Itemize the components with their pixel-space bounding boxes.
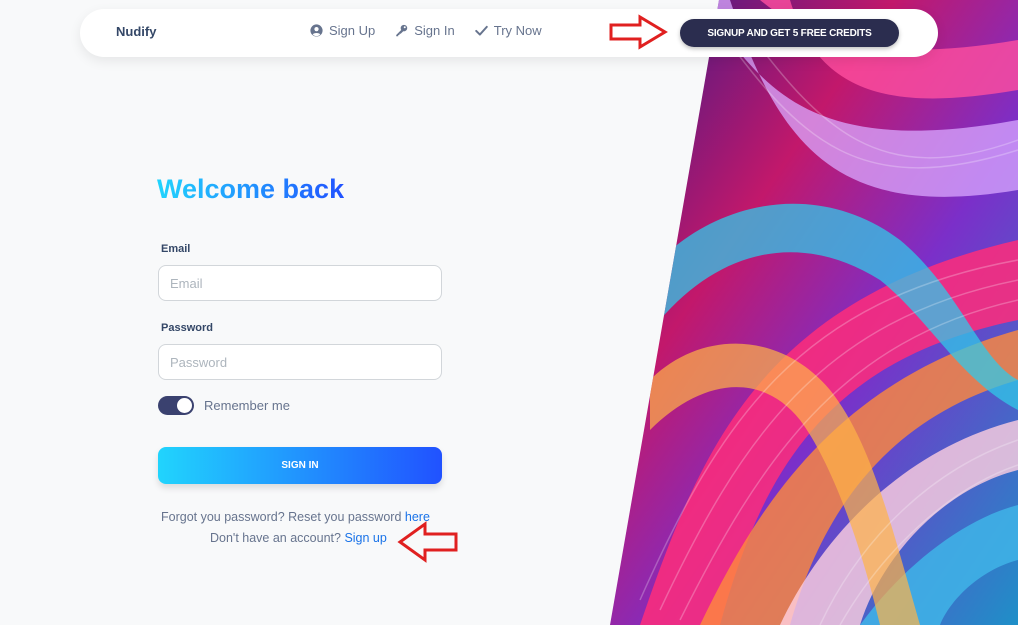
password-field[interactable]: [158, 344, 442, 380]
password-label: Password: [161, 322, 213, 334]
page-title: Welcome back: [157, 174, 345, 204]
signup-prompt-prefix: Don't have an account?: [210, 531, 345, 545]
nav-sign-up-link[interactable]: Sign Up: [310, 23, 375, 38]
user-circle-icon: [310, 24, 323, 37]
forgot-password-prefix: Forgot you password? Reset you password: [161, 510, 405, 524]
nav-try-now-link[interactable]: Try Now: [474, 23, 542, 38]
annotation-arrow-left-icon: [397, 521, 458, 563]
nav-sign-up-label: Sign Up: [329, 23, 376, 38]
nav-try-now-label: Try Now: [493, 23, 542, 38]
nav-links: Sign Up Sign In Try Now: [310, 23, 542, 38]
sign-in-button[interactable]: SIGN IN: [158, 447, 442, 484]
signup-prompt-text: Don't have an account? Sign up: [210, 531, 387, 545]
signup-free-credits-button[interactable]: SIGNUP AND GET 5 FREE CREDITS: [680, 19, 899, 47]
remember-me-toggle[interactable]: [158, 396, 194, 415]
brand-logo[interactable]: Nudify: [116, 24, 156, 39]
remember-me-label: Remember me: [204, 398, 290, 413]
nav-sign-in-link[interactable]: Sign In: [395, 23, 455, 38]
nav-sign-in-label: Sign In: [414, 23, 455, 38]
toggle-knob: [177, 398, 192, 413]
decorative-wave-art: [610, 0, 1018, 625]
sign-up-link[interactable]: Sign up: [344, 531, 386, 545]
annotation-arrow-right-icon: [609, 14, 668, 50]
top-navbar: Nudify Sign Up Sign In Try Now SIGNUP AN…: [80, 9, 938, 57]
email-label: Email: [161, 243, 191, 255]
forgot-password-text: Forgot you password? Reset you password …: [161, 510, 430, 524]
key-icon: [396, 24, 408, 37]
email-field[interactable]: [158, 265, 442, 301]
checkmark-icon: [474, 25, 488, 36]
